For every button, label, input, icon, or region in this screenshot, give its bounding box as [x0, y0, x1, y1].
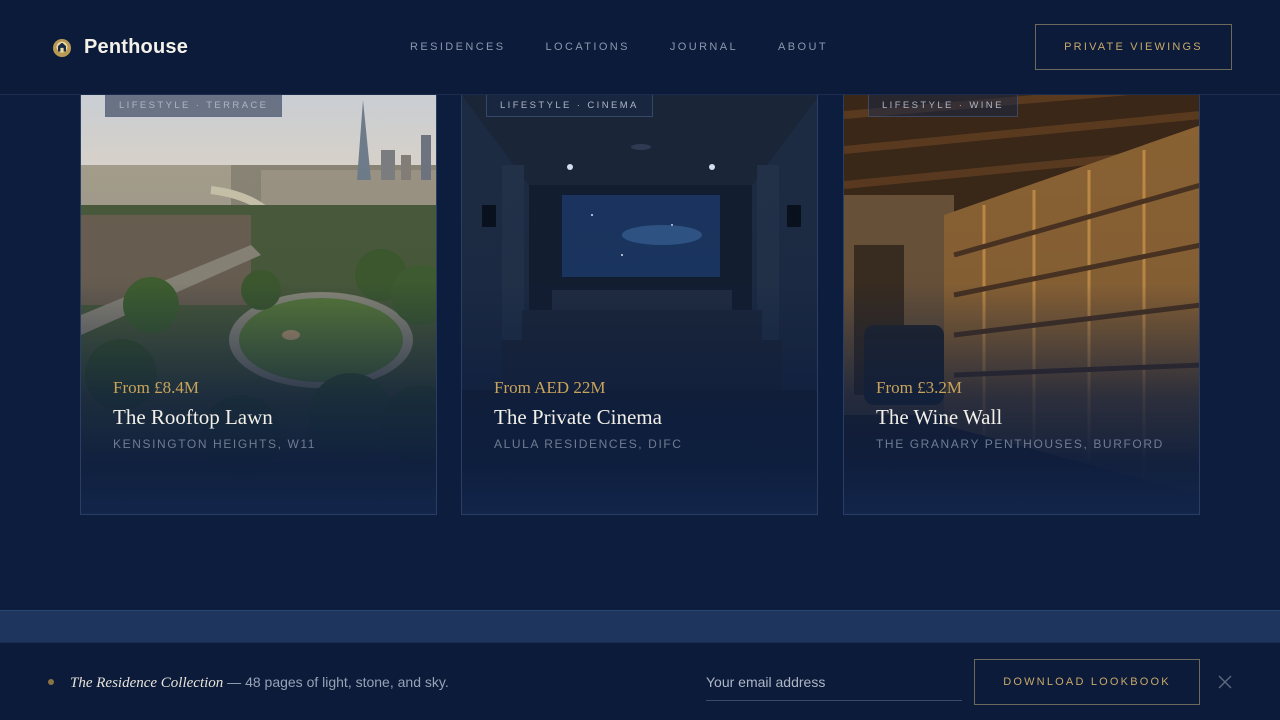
listing-card-private-cinema[interactable]: LIFESTYLE · CINEMA From AED 22M The Priv…	[461, 95, 818, 515]
lookbook-description: — 48 pages of light, stone, and sky.	[223, 674, 449, 690]
card-price: From AED 22M	[494, 378, 606, 397]
nav-link-locations[interactable]: LOCATIONS	[546, 41, 630, 53]
section-divider-band	[0, 610, 1280, 642]
category-tag: LIFESTYLE · TERRACE	[105, 95, 283, 117]
house-emblem-icon	[53, 38, 71, 57]
lookbook-promo-text: The Residence Collection — 48 pages of l…	[70, 674, 449, 692]
card-title: The Private Cinema	[494, 405, 662, 429]
main-nav: RESIDENCES LOCATIONS JOURNAL ABOUT	[410, 41, 868, 53]
close-icon[interactable]	[1218, 675, 1232, 689]
card-location: KENSINGTON HEIGHTS, W11	[113, 437, 317, 451]
listing-card-rooftop-lawn[interactable]: LIFESTYLE · TERRACE From £8.4M The Rooft…	[80, 95, 437, 515]
card-price: From £8.4M	[113, 378, 199, 397]
card-location: ALULA RESIDENCES, DIFC	[494, 437, 683, 451]
nav-link-journal[interactable]: JOURNAL	[670, 41, 738, 53]
card-title: The Wine Wall	[876, 405, 1003, 429]
email-input[interactable]	[706, 664, 962, 701]
bullet-dot-icon	[48, 679, 54, 685]
card-title: The Rooftop Lawn	[113, 405, 273, 429]
brand-name: Penthouse	[84, 36, 189, 58]
lookbook-name: The Residence Collection	[70, 675, 224, 691]
site-header: Penthouse RESIDENCES LOCATIONS JOURNAL A…	[0, 0, 1280, 95]
brand-logo[interactable]: Penthouse	[53, 36, 188, 59]
listing-card-wine-wall[interactable]: LIFESTYLE · WINE From £3.2M The Wine Wal…	[843, 95, 1200, 515]
category-tag: LIFESTYLE · WINE	[868, 95, 1018, 117]
nav-link-residences[interactable]: RESIDENCES	[410, 41, 506, 53]
download-lookbook-button[interactable]: DOWNLOAD LOOKBOOK	[974, 659, 1200, 705]
nav-link-about[interactable]: ABOUT	[778, 41, 828, 53]
lookbook-signup-bar: The Residence Collection — 48 pages of l…	[0, 642, 1280, 720]
card-location: THE GRANARY PENTHOUSES, BURFORD	[876, 437, 1164, 451]
card-price: From £3.2M	[876, 378, 962, 397]
category-tag: LIFESTYLE · CINEMA	[486, 95, 653, 117]
private-viewings-button[interactable]: PRIVATE VIEWINGS	[1035, 24, 1232, 70]
